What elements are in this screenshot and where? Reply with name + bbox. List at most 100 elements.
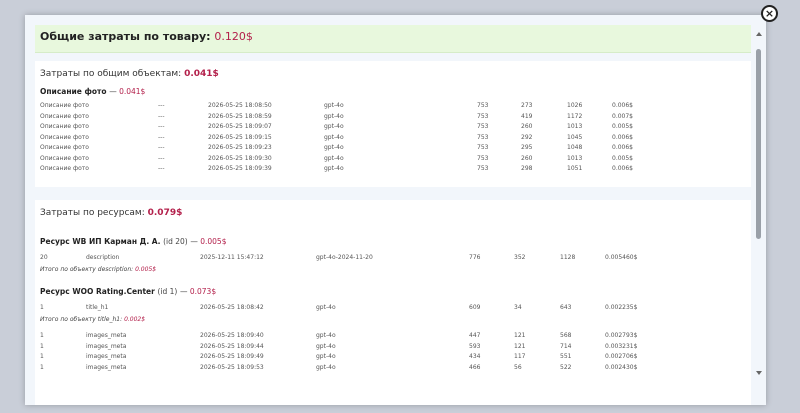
table-cell: 714 [560, 342, 572, 350]
table-cell: --- [158, 112, 165, 120]
table-cell: --- [158, 154, 165, 162]
table-cell: 0.006$ [612, 102, 633, 109]
table-cell: 273 [521, 102, 533, 109]
table-cell: 0.002793$ [605, 332, 638, 339]
table-cell: 2026-05-25 18:09:44 [200, 342, 264, 350]
table-cell: gpt-4o [324, 154, 344, 162]
table-cell: 0.005$ [612, 154, 633, 162]
table-cell: gpt-4o [316, 342, 336, 350]
group-title-woo-resource: Ресурс WOO Rating.Center (id 1) — 0.073$ [40, 287, 216, 296]
group-title-dash: — [190, 237, 201, 246]
table-cell: 0.002706$ [605, 353, 638, 360]
group-title-text: Ресурс WB ИП Карман Д. А. [40, 237, 161, 246]
table-cell: 2026-05-25 18:09:53 [200, 363, 264, 371]
group-cost: 0.041$ [119, 87, 146, 96]
table-cell: 643 [560, 304, 572, 311]
group-title-dash: — [109, 87, 120, 96]
table-cell: 434 [469, 353, 481, 360]
table-cell: gpt-4o [316, 363, 336, 371]
table-cell: Описание фото [40, 133, 89, 141]
table-cell: 551 [560, 353, 572, 360]
table-cell: 352 [514, 254, 526, 261]
table-cell: Описание фото [40, 112, 89, 120]
table-cell: 20 [40, 254, 48, 261]
table-cell: gpt-4o [324, 165, 344, 172]
table-cell: 0.003231$ [605, 342, 638, 350]
table-cell: 0.006$ [612, 165, 633, 172]
table-cell: --- [158, 133, 165, 141]
table-cell: 776 [469, 254, 481, 261]
table-cell: images_meta [86, 363, 127, 371]
table-cell: gpt-4o [316, 353, 336, 360]
table-cell: 0.005460$ [605, 254, 638, 261]
table-cell: 466 [469, 363, 481, 371]
group-title-dash: — [179, 287, 190, 296]
table-cell: gpt-4o [324, 144, 344, 151]
subtotal-value: 0.005$ [135, 266, 157, 273]
group-title-text: Описание фото [40, 87, 107, 96]
table-cell: 292 [521, 133, 533, 141]
table-cell: description [86, 254, 120, 261]
table-cell: 753 [477, 144, 489, 151]
table-cell: 753 [477, 102, 489, 109]
table-cell: 260 [521, 154, 533, 162]
table-cell: 1048 [567, 144, 583, 151]
table-cell: gpt-4o-2024-11-20 [316, 254, 373, 261]
table-cell: 753 [477, 154, 489, 162]
table-cell: 1013 [567, 123, 583, 130]
table-cell: 2026-05-25 18:08:50 [208, 102, 272, 109]
table-cell: 1013 [567, 154, 583, 162]
table-cell: 298 [521, 165, 533, 172]
table-cell: 1 [40, 342, 44, 350]
table-cell: 260 [521, 123, 533, 130]
table-cell: images_meta [86, 353, 127, 360]
total-cost-banner: Общие затраты по товару: 0.120$ [35, 25, 751, 53]
table-cell: 753 [477, 165, 489, 172]
table-cell: 2026-05-25 18:09:39 [208, 165, 272, 172]
group-cost: 0.073$ [189, 287, 217, 296]
table-cell: 419 [521, 112, 533, 120]
scroll-up-icon[interactable] [756, 32, 762, 36]
group-title-photo-description: Описание фото — 0.041$ [40, 87, 145, 96]
table-cell: --- [158, 144, 165, 151]
table-cell: 1172 [567, 112, 583, 120]
total-cost-value: 0.120$ [214, 30, 253, 43]
table-cell: 121 [514, 332, 526, 339]
close-icon[interactable]: × [761, 5, 778, 22]
table-cell: gpt-4o [316, 304, 336, 311]
modal-content: Общие затраты по товару: 0.120$ Затраты … [25, 15, 755, 405]
resources-value: 0.079$ [147, 208, 183, 218]
table-cell: 2025-12-11 15:47:12 [200, 254, 264, 261]
table-cell: 0.002430$ [605, 363, 638, 371]
table-cell: 1 [40, 363, 44, 371]
table-cell: 2026-05-25 18:09:23 [208, 144, 272, 151]
table-cell: images_meta [86, 332, 127, 339]
table-cell: 2026-05-25 18:09:49 [200, 353, 264, 360]
table-cell: 1045 [567, 133, 583, 141]
scroll-thumb[interactable] [756, 49, 761, 239]
total-cost-label: Общие затраты по товару: [40, 30, 211, 43]
table-cell: 2026-05-25 18:09:30 [208, 154, 272, 162]
subtotal-value: 0.002$ [124, 316, 146, 323]
group-id: (id 1) [157, 287, 178, 296]
table-cell: gpt-4o [324, 112, 344, 120]
common-objects-label: Затраты по общим объектам: [40, 69, 182, 79]
scroll-down-icon[interactable] [756, 371, 762, 375]
woo-resource-subtotal: Итого по объекту title_h1: 0.002$ [40, 316, 145, 323]
wb-resource-subtotal: Итого по объекту description: 0.005$ [40, 266, 156, 273]
table-cell: 295 [521, 144, 533, 151]
table-cell: 1 [40, 353, 44, 360]
table-cell: gpt-4o [324, 102, 344, 109]
table-cell: 0.006$ [612, 133, 633, 141]
table-cell: 1 [40, 332, 44, 339]
table-cell: 1026 [567, 102, 583, 109]
common-objects-heading: Затраты по общим объектам: 0.041$ [40, 69, 219, 79]
table-cell: 593 [469, 342, 481, 350]
modal-scrollbar[interactable] [755, 29, 763, 381]
cost-details-modal: Общие затраты по товару: 0.120$ Затраты … [25, 15, 766, 405]
table-cell: 522 [560, 363, 572, 371]
table-cell: Описание фото [40, 102, 89, 109]
table-cell: --- [158, 165, 165, 172]
group-title-text: Ресурс WOO Rating.Center [40, 287, 155, 296]
table-cell: --- [158, 123, 165, 130]
